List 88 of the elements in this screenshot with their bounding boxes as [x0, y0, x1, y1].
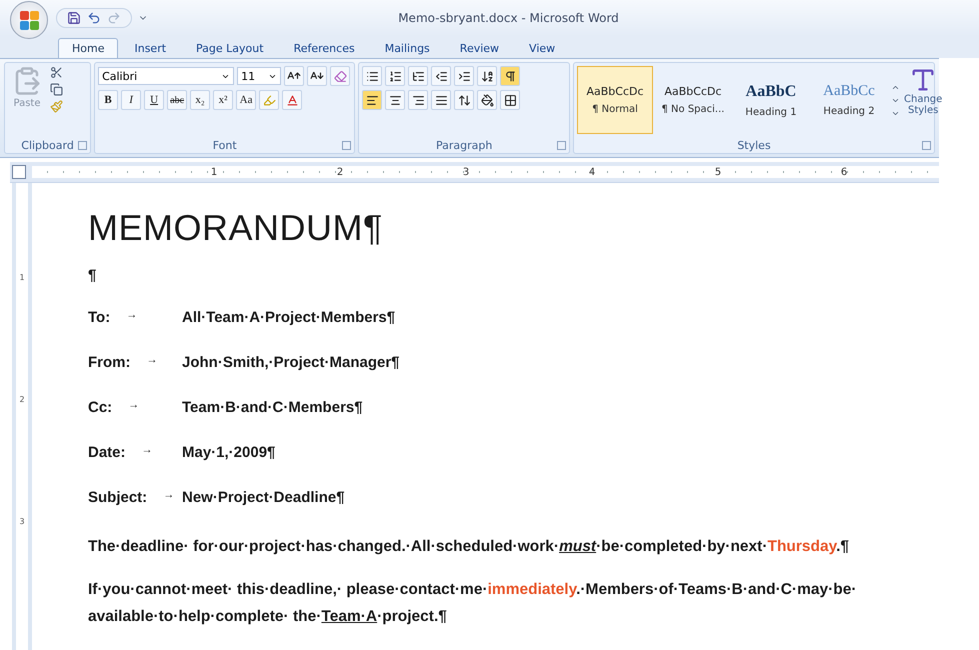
shading-button[interactable]	[477, 90, 498, 110]
decrease-indent-button[interactable]	[431, 66, 452, 86]
increase-indent-icon	[458, 70, 471, 82]
cut-icon[interactable]	[50, 66, 63, 79]
field-value: May·1,·2009¶	[182, 444, 276, 460]
style-item[interactable]: AaBbC Heading 1	[733, 66, 809, 134]
multilevel-list-button[interactable]	[408, 66, 428, 86]
style-item[interactable]: AaBbCcDc ¶ Normal	[577, 66, 653, 134]
tab-mark: →	[163, 488, 174, 502]
field-label: From:	[88, 354, 130, 370]
body-paragraph: If·you·cannot·meet· this·deadline,· please·contact·me·immediately.·Members·of·Teams·B·and·C·may·be· available·to·help·complete· the·Team·A·project.¶	[88, 580, 858, 627]
font-color-button[interactable]	[282, 90, 302, 110]
style-item[interactable]: AaBbCc Heading 2	[811, 66, 887, 134]
align-button[interactable]	[431, 90, 452, 110]
eraser-icon	[334, 70, 347, 82]
increase-indent-button[interactable]	[454, 66, 474, 86]
decrease-indent-icon	[434, 70, 448, 82]
format-button[interactable]: x²	[213, 90, 234, 110]
tab-mark: →	[128, 398, 140, 412]
bullet-list-icon	[366, 70, 379, 82]
horizontal-ruler: 1 2 3 4 5 6	[32, 166, 939, 178]
justify-icon	[434, 94, 448, 106]
tab-mark: →	[146, 354, 158, 368]
numbering-button[interactable]	[385, 66, 406, 86]
vertical-ruler: 1 2 3	[12, 183, 32, 650]
group-title: Clipboard	[21, 138, 74, 152]
window-title: Memo-sbryant.docx - Microsoft Word	[398, 11, 619, 25]
ribbon-tab[interactable]: Insert	[120, 38, 180, 58]
format-button[interactable]: B	[98, 90, 118, 110]
field-label: Cc:	[88, 398, 112, 416]
body-paragraph: The·deadline· for·our·project·has·changed.·All·scheduled·work·must·be·completed·by·next·Thursday.¶	[88, 537, 850, 557]
align-button[interactable]	[408, 90, 428, 110]
save-icon[interactable]	[67, 11, 81, 25]
paragraph-mark: ¶	[88, 267, 98, 284]
format-button[interactable]: Aa	[236, 90, 256, 110]
format-button[interactable]: x₂	[190, 90, 210, 110]
grow-font-button[interactable]	[284, 66, 304, 86]
style-item[interactable]: AaBbCcDc ¶ No Spaci...	[655, 66, 731, 134]
align-button[interactable]	[362, 90, 382, 110]
align-center-icon	[388, 94, 402, 106]
field-value: Team·B·and·C·Members¶	[182, 398, 363, 416]
sort-button[interactable]	[477, 66, 498, 86]
field-label: To:	[88, 308, 110, 326]
group-title: Styles	[737, 138, 771, 152]
change-styles-button[interactable]: Change Styles	[904, 66, 942, 134]
format-button[interactable]: abc	[167, 90, 188, 110]
tab-selector[interactable]	[12, 165, 26, 179]
field-value: John·Smith,·Project·Manager¶	[182, 354, 400, 370]
line-spacing-button[interactable]	[454, 90, 474, 110]
font-size-field[interactable]: 11	[237, 67, 282, 85]
font-name-field[interactable]: Calibri	[98, 67, 234, 85]
ribbon-tab[interactable]: Review	[446, 38, 514, 58]
format-button[interactable]: I	[121, 90, 142, 110]
ribbon-tab[interactable]: Mailings	[370, 38, 444, 58]
group-title: Paragraph	[436, 138, 492, 152]
undo-icon[interactable]	[87, 11, 101, 25]
highlighter-icon	[262, 94, 276, 106]
copy-icon[interactable]	[50, 83, 63, 96]
office-button[interactable]	[10, 1, 48, 39]
document-title: MEMORANDUM¶	[88, 207, 384, 249]
format-button[interactable]: U	[144, 90, 164, 110]
align-left-icon	[366, 94, 379, 106]
field-label: Subject:	[88, 488, 148, 506]
sort-icon	[480, 70, 494, 82]
field-label: Date:	[88, 444, 126, 460]
ribbon-tab[interactable]: Page Layout	[182, 38, 278, 58]
tab-mark: →	[142, 444, 153, 458]
ribbon-tab[interactable]: View	[515, 38, 570, 58]
borders-button[interactable]	[500, 90, 520, 110]
bullets-button[interactable]	[362, 66, 382, 86]
multilevel-list-icon	[412, 70, 425, 82]
line-spacing-icon	[458, 94, 471, 106]
field-value: All·Team·A·Project·Members¶	[182, 308, 396, 326]
pilcrow-icon	[504, 70, 517, 82]
clear-formatting-button[interactable]	[330, 66, 350, 86]
group-title: Font	[212, 138, 237, 152]
ribbon-tab[interactable]: Home	[58, 38, 118, 58]
ribbon-tab[interactable]: References	[280, 38, 369, 58]
shrink-font-button[interactable]	[307, 66, 328, 86]
show-marks-button[interactable]	[500, 66, 520, 86]
font-color-icon	[286, 94, 299, 106]
paint-bucket-icon	[480, 94, 494, 106]
tab-mark: →	[126, 308, 138, 322]
borders-icon	[504, 94, 517, 106]
numbered-list-icon	[388, 70, 402, 82]
align-button[interactable]	[385, 90, 406, 110]
field-value: New·Project·Deadline¶	[182, 488, 345, 506]
align-right-icon	[412, 94, 425, 106]
